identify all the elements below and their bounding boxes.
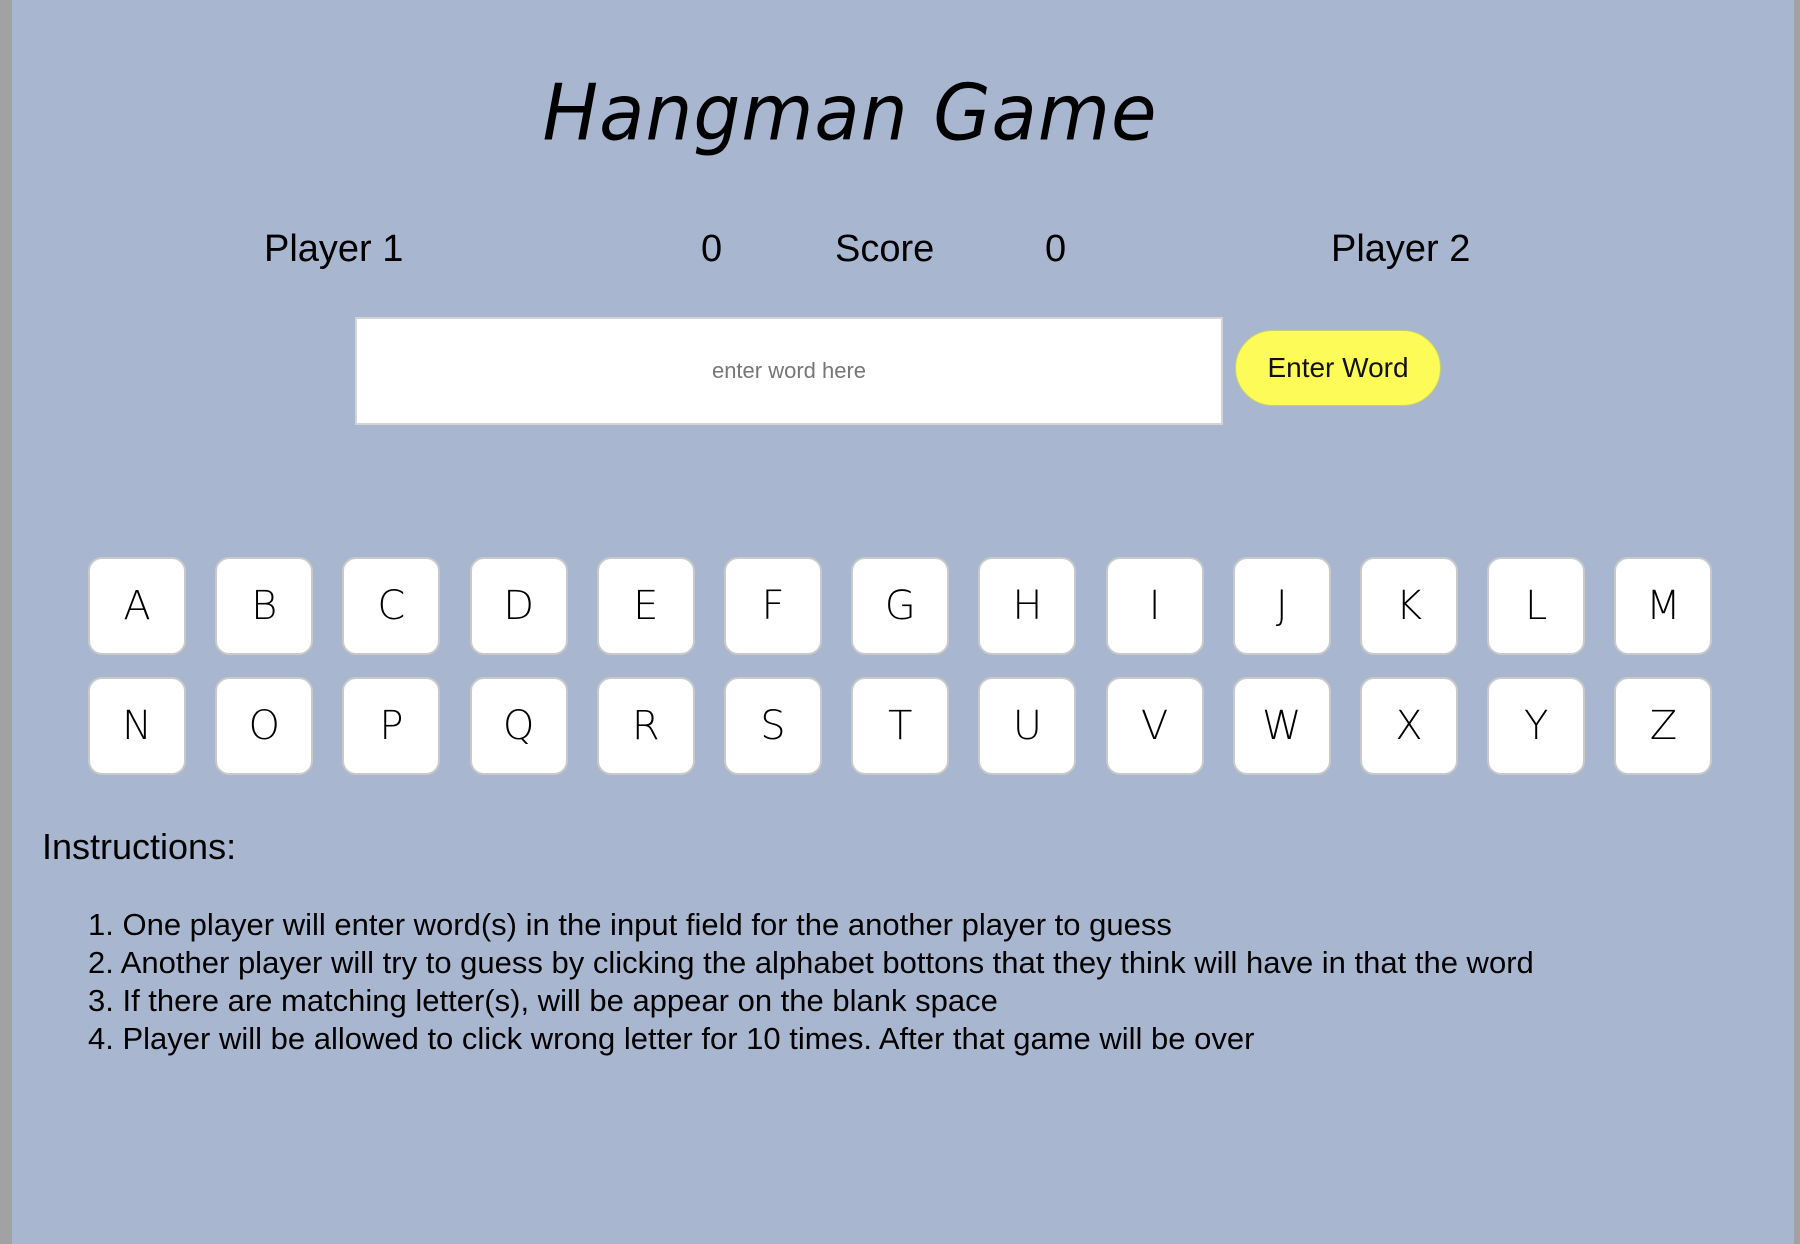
word-input[interactable]: [355, 317, 1223, 425]
letter-button-f[interactable]: F: [724, 557, 822, 655]
player1-label: Player 1: [264, 228, 404, 270]
letter-button-u[interactable]: U: [978, 677, 1077, 775]
letter-button-i[interactable]: I: [1105, 557, 1204, 655]
letter-button-r[interactable]: R: [596, 677, 695, 775]
window-left-edge: [0, 0, 12, 1244]
letter-button-z[interactable]: Z: [1614, 677, 1713, 775]
instruction-item: 2. Another player will try to guess by c…: [88, 945, 1534, 980]
letter-button-w[interactable]: W: [1232, 677, 1331, 775]
instruction-item: 3. If there are matching letter(s), will…: [88, 983, 998, 1018]
letter-button-n[interactable]: N: [88, 677, 186, 775]
letter-button-a[interactable]: A: [88, 557, 186, 655]
player2-score: 0: [1045, 228, 1067, 270]
instruction-item: 4. Player will be allowed to click wrong…: [88, 1021, 1255, 1056]
letter-button-k[interactable]: K: [1360, 557, 1458, 655]
letter-button-l[interactable]: L: [1487, 557, 1586, 655]
letter-button-h[interactable]: H: [978, 557, 1077, 655]
letter-button-y[interactable]: Y: [1487, 677, 1586, 775]
player1-score: 0: [701, 228, 723, 270]
instructions-heading: Instructions:: [42, 826, 237, 867]
page-title: Hangman Game: [542, 67, 1158, 159]
letter-button-s[interactable]: S: [724, 677, 822, 775]
letter-button-e[interactable]: E: [596, 557, 695, 655]
letter-button-p[interactable]: P: [342, 677, 441, 775]
letter-button-j[interactable]: J: [1232, 557, 1331, 655]
letter-button-o[interactable]: O: [215, 677, 314, 775]
window-right-edge: [1794, 0, 1800, 1244]
letter-button-b[interactable]: B: [215, 557, 314, 655]
player2-label: Player 2: [1331, 228, 1471, 270]
instruction-item: 1. One player will enter word(s) in the …: [88, 907, 1172, 942]
enter-word-button[interactable]: Enter Word: [1235, 330, 1441, 406]
letter-button-c[interactable]: C: [342, 557, 441, 655]
letter-button-t[interactable]: T: [851, 677, 950, 775]
letter-button-x[interactable]: X: [1360, 677, 1458, 775]
score-label: Score: [835, 228, 935, 270]
letter-button-v[interactable]: V: [1105, 677, 1204, 775]
instructions-list: 1. One player will enter word(s) in the …: [88, 906, 1534, 1058]
scoreboard: Player 1 0 Score 0 Player 2: [0, 228, 1800, 288]
letter-button-g[interactable]: G: [851, 557, 950, 655]
letter-button-q[interactable]: Q: [469, 677, 568, 775]
letter-button-m[interactable]: M: [1614, 557, 1713, 655]
letter-button-d[interactable]: D: [469, 557, 568, 655]
